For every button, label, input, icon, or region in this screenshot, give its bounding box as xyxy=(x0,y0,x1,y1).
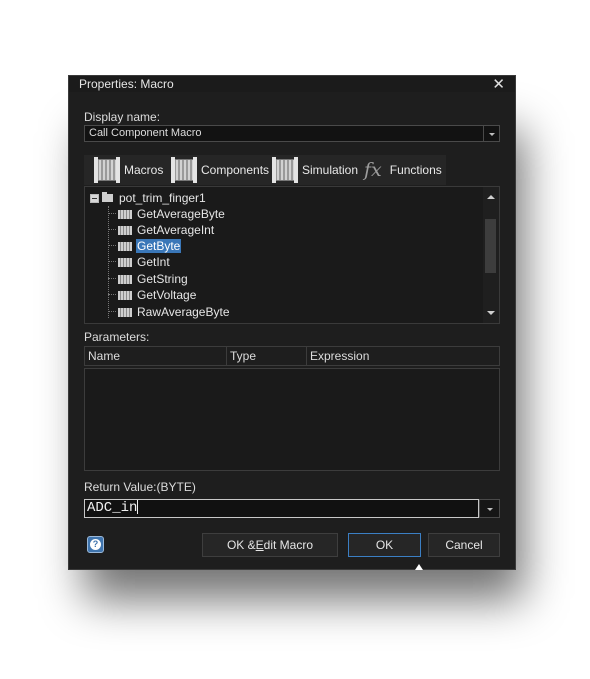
tree-item[interactable]: GetAverageByte xyxy=(108,206,226,222)
tab-functions[interactable]: fx Functions xyxy=(364,155,442,185)
tree-scrollbar[interactable] xyxy=(483,187,499,323)
collapse-toggle-icon[interactable] xyxy=(90,193,99,203)
cancel-button[interactable]: Cancel xyxy=(428,533,500,557)
scroll-up-icon[interactable] xyxy=(487,195,495,199)
tab-macros-label: Macros xyxy=(124,163,164,177)
folder-icon xyxy=(102,192,113,202)
display-name-dropdown[interactable]: Call Component Macro xyxy=(84,125,500,142)
tab-simulation-label: Simulation xyxy=(302,163,359,177)
return-value-input[interactable]: ADC_in xyxy=(84,499,479,518)
tree-item-label: RawAverageByte xyxy=(137,305,230,319)
macro-item-icon xyxy=(118,241,132,251)
chevron-down-icon[interactable] xyxy=(483,126,499,141)
tree-item-label: GetInt xyxy=(137,255,170,269)
return-value-dropdown-button[interactable] xyxy=(479,499,500,518)
parameters-list[interactable] xyxy=(84,368,500,471)
help-button[interactable]: ? xyxy=(87,536,104,553)
macro-item-icon xyxy=(118,209,132,219)
tree-item-selected[interactable]: GetByte xyxy=(108,238,182,254)
return-value-text: ADC_in xyxy=(87,500,138,516)
parameters-header: Name Type Expression xyxy=(84,346,500,366)
ok-button[interactable]: OK xyxy=(348,533,421,557)
tree-item[interactable]: GetInt xyxy=(108,254,171,270)
tab-simulation[interactable]: Simulation xyxy=(272,155,359,185)
tab-bar: Macros Components Simulation fx Function… xyxy=(84,155,446,185)
return-value-label: Return Value:(BYTE) xyxy=(84,480,196,494)
tree-item-label: GetString xyxy=(137,272,188,286)
tab-macros[interactable]: Macros xyxy=(94,155,164,185)
help-icon: ? xyxy=(90,539,101,550)
tree-item-label: GetAverageByte xyxy=(137,207,225,221)
macro-item-icon xyxy=(118,290,132,300)
parameters-label: Parameters: xyxy=(84,330,150,344)
macro-item-icon xyxy=(118,274,132,284)
tree-item-label: GetByte xyxy=(136,239,182,253)
properties-macro-dialog: Properties: Macro ✕ Display name: Call C… xyxy=(68,75,516,570)
ok-edit-macro-button[interactable]: OK & Edit Macro xyxy=(202,533,338,557)
tree-item[interactable]: RawAverageByte xyxy=(108,304,231,320)
tree-item-label: GetAverageInt xyxy=(137,223,215,237)
macro-tree[interactable]: pot_trim_finger1 GetAverageByte GetAvera… xyxy=(84,186,500,324)
macro-item-icon xyxy=(118,257,132,267)
column-header-expression[interactable]: Expression xyxy=(307,347,499,365)
tab-components[interactable]: Components xyxy=(171,155,270,185)
text-caret xyxy=(137,500,139,515)
display-name-value: Call Component Macro xyxy=(89,127,202,139)
fx-icon: fx xyxy=(364,159,382,181)
tree-item-label: GetVoltage xyxy=(137,288,197,302)
tree-item[interactable]: GetString xyxy=(108,271,189,287)
tab-functions-label: Functions xyxy=(389,163,442,177)
close-button[interactable]: ✕ xyxy=(492,75,505,93)
macro-item-icon xyxy=(118,225,132,235)
column-header-type[interactable]: Type xyxy=(227,347,307,365)
column-header-name[interactable]: Name xyxy=(85,347,227,365)
display-name-label: Display name: xyxy=(84,110,161,124)
tree-item[interactable]: GetVoltage xyxy=(108,287,197,303)
window-title: Properties: Macro xyxy=(79,77,174,91)
title-bar: Properties: Macro ✕ xyxy=(69,75,515,93)
macro-item-icon xyxy=(118,307,132,317)
mouse-cursor-icon xyxy=(415,564,423,570)
tree-root-label: pot_trim_finger1 xyxy=(119,191,206,205)
simulation-icon xyxy=(272,157,298,183)
scroll-down-icon[interactable] xyxy=(487,311,495,315)
macro-icon xyxy=(94,157,120,183)
tab-components-label: Components xyxy=(201,163,270,177)
tree-root-node[interactable]: pot_trim_finger1 xyxy=(90,190,207,206)
tree-item[interactable]: GetAverageInt xyxy=(108,222,215,238)
component-icon xyxy=(171,157,197,183)
scrollbar-thumb[interactable] xyxy=(485,219,496,273)
